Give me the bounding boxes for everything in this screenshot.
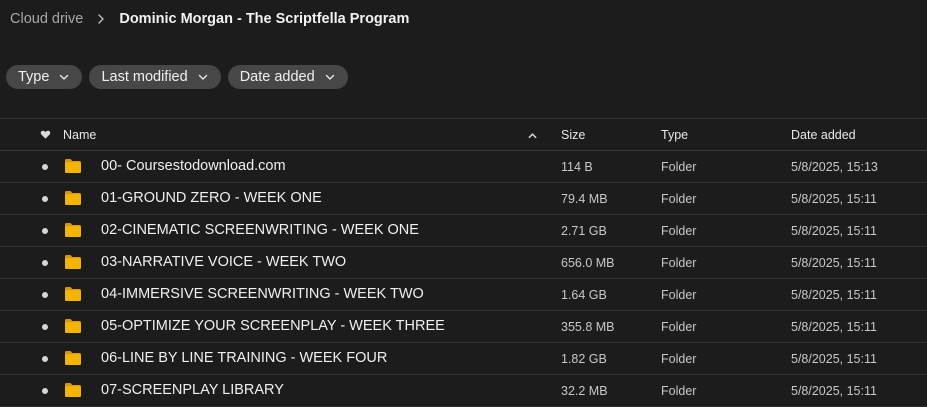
- bullet-icon: [42, 388, 48, 394]
- cloud-drive-page: Cloud drive Dominic Morgan - The Scriptf…: [0, 0, 927, 407]
- name-column-header[interactable]: Name: [63, 128, 96, 142]
- file-size: 355.8 MB: [561, 320, 615, 334]
- type-filter-button[interactable]: Type: [6, 65, 83, 89]
- file-table: Name Size Type Date added 00- Coursestod…: [0, 118, 927, 407]
- chevron-right-icon: [96, 14, 106, 24]
- file-date-added: 5/8/2025, 15:11: [791, 320, 877, 334]
- table-row[interactable]: 05-OPTIMIZE YOUR SCREENPLAY - WEEK THREE…: [0, 311, 927, 343]
- table-row[interactable]: 00- Coursestodownload.com 114 B Folder 5…: [0, 151, 927, 183]
- bullet-icon: [42, 164, 48, 170]
- table-row[interactable]: 02-CINEMATIC SCREENWRITING - WEEK ONE 2.…: [0, 215, 927, 247]
- folder-icon: [64, 382, 82, 398]
- bullet-icon: [42, 260, 48, 266]
- folder-icon: [64, 286, 82, 302]
- table-row[interactable]: 07-SCREENPLAY LIBRARY 32.2 MB Folder 5/8…: [0, 375, 927, 407]
- chevron-down-icon: [58, 71, 70, 83]
- file-type: Folder: [661, 352, 697, 366]
- table-row[interactable]: 06-LINE BY LINE TRAINING - WEEK FOUR 1.8…: [0, 343, 927, 375]
- filter-bar: Type Last modified Date added: [6, 65, 348, 89]
- breadcrumb-current: Dominic Morgan - The Scriptfella Program: [119, 11, 410, 27]
- file-type: Folder: [661, 256, 697, 270]
- bullet-icon: [42, 196, 48, 202]
- folder-icon: [64, 318, 82, 334]
- file-type: Folder: [661, 320, 697, 334]
- date-added-filter-button[interactable]: Date added: [227, 65, 348, 89]
- table-header: Name Size Type Date added: [0, 118, 927, 151]
- table-body: 00- Coursestodownload.com 114 B Folder 5…: [0, 151, 927, 407]
- file-size: 114 B: [561, 160, 593, 174]
- type-filter-label: Type: [18, 69, 50, 85]
- file-date-added: 5/8/2025, 15:13: [791, 160, 878, 174]
- file-date-added: 5/8/2025, 15:11: [791, 192, 877, 206]
- file-date-added: 5/8/2025, 15:11: [791, 288, 877, 302]
- bullet-icon: [42, 356, 48, 362]
- file-size: 2.71 GB: [561, 224, 607, 238]
- table-row[interactable]: 04-IMMERSIVE SCREENWRITING - WEEK TWO 1.…: [0, 279, 927, 311]
- bullet-icon: [42, 292, 48, 298]
- file-size: 79.4 MB: [561, 192, 608, 206]
- chevron-up-icon[interactable]: [527, 130, 538, 141]
- file-date-added: 5/8/2025, 15:11: [791, 224, 877, 238]
- bullet-icon: [42, 324, 48, 330]
- breadcrumb-root[interactable]: Cloud drive: [10, 11, 83, 27]
- file-name: 01-GROUND ZERO - WEEK ONE: [101, 190, 322, 206]
- file-name: 03-NARRATIVE VOICE - WEEK TWO: [101, 254, 347, 270]
- file-name: 06-LINE BY LINE TRAINING - WEEK FOUR: [101, 350, 388, 366]
- file-type: Folder: [661, 384, 697, 398]
- bullet-icon: [42, 228, 48, 234]
- file-size: 1.64 GB: [561, 288, 607, 302]
- date-added-column-header[interactable]: Date added: [791, 128, 856, 142]
- file-name: 00- Coursestodownload.com: [101, 158, 286, 174]
- file-size: 1.82 GB: [561, 352, 607, 366]
- last-modified-filter-label: Last modified: [101, 69, 188, 85]
- chevron-down-icon: [324, 71, 336, 83]
- type-column-header[interactable]: Type: [661, 128, 688, 142]
- file-type: Folder: [661, 224, 697, 238]
- file-date-added: 5/8/2025, 15:11: [791, 256, 877, 270]
- date-added-filter-label: Date added: [239, 69, 315, 85]
- table-row[interactable]: 03-NARRATIVE VOICE - WEEK TWO 656.0 MB F…: [0, 247, 927, 279]
- folder-icon: [64, 158, 82, 174]
- file-size: 32.2 MB: [561, 384, 608, 398]
- file-date-added: 5/8/2025, 15:11: [791, 352, 877, 366]
- file-name: 05-OPTIMIZE YOUR SCREENPLAY - WEEK THREE: [101, 318, 445, 334]
- chevron-down-icon: [197, 71, 209, 83]
- file-name: 04-IMMERSIVE SCREENWRITING - WEEK TWO: [101, 286, 424, 302]
- file-name: 02-CINEMATIC SCREENWRITING - WEEK ONE: [101, 222, 419, 238]
- folder-icon: [64, 190, 82, 206]
- file-type: Folder: [661, 288, 697, 302]
- size-column-header[interactable]: Size: [561, 128, 585, 142]
- file-type: Folder: [661, 160, 697, 174]
- file-size: 656.0 MB: [561, 256, 615, 270]
- heart-icon[interactable]: [40, 129, 51, 140]
- table-row[interactable]: 01-GROUND ZERO - WEEK ONE 79.4 MB Folder…: [0, 183, 927, 215]
- folder-icon: [64, 254, 82, 270]
- folder-icon: [64, 350, 82, 366]
- file-name: 07-SCREENPLAY LIBRARY: [101, 382, 284, 398]
- folder-icon: [64, 222, 82, 238]
- file-date-added: 5/8/2025, 15:11: [791, 384, 877, 398]
- last-modified-filter-button[interactable]: Last modified: [89, 65, 221, 89]
- breadcrumb: Cloud drive Dominic Morgan - The Scriptf…: [10, 9, 409, 29]
- file-type: Folder: [661, 192, 697, 206]
